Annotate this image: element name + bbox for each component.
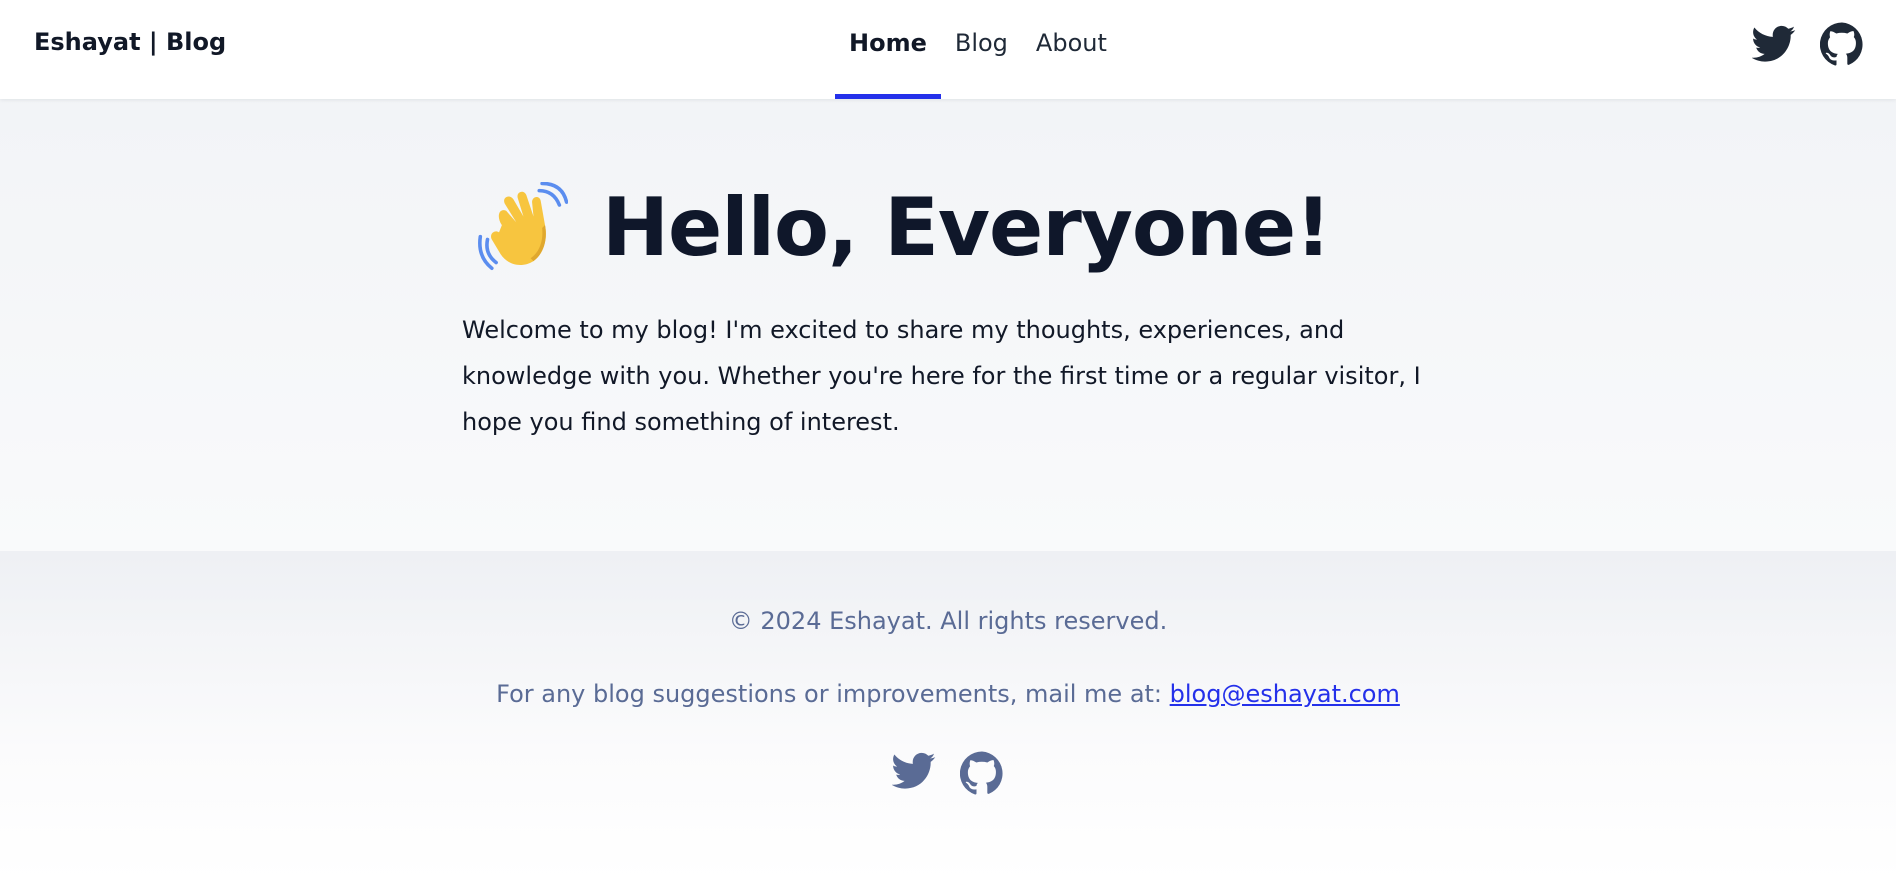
- copyright-text: © 2024 Eshayat. All rights reserved.: [728, 607, 1168, 635]
- suggestion-text: For any blog suggestions or improvements…: [496, 680, 1170, 708]
- nav-blog-link[interactable]: Blog: [941, 0, 1022, 99]
- header-twitter-link[interactable]: [1751, 24, 1796, 64]
- hero-section: Hello, Everyone! Welcome to my blog! I'm…: [0, 99, 1896, 551]
- header-social-links: [1751, 22, 1864, 66]
- nav-about-link[interactable]: About: [1022, 0, 1121, 99]
- hero-title-text: Hello, Everyone!: [602, 181, 1332, 274]
- github-icon: [1819, 22, 1863, 66]
- suggestion-line: For any blog suggestions or improvements…: [0, 680, 1896, 708]
- nav-home-link[interactable]: Home: [835, 0, 941, 99]
- twitter-icon: [1751, 25, 1796, 62]
- hero-title: Hello, Everyone!: [476, 181, 1332, 274]
- site-header: Eshayat | Blog Home Blog About: [0, 0, 1896, 99]
- hero-intro-text: Welcome to my blog! I'm excited to share…: [462, 316, 1421, 436]
- twitter-icon: [891, 752, 936, 789]
- main-nav: Home Blog About: [835, 0, 1121, 99]
- email-link[interactable]: blog@eshayat.com: [1170, 680, 1400, 708]
- github-icon: [959, 751, 1003, 795]
- footer-twitter-link[interactable]: [891, 751, 936, 795]
- site-footer: © 2024 Eshayat. All rights reserved. For…: [0, 551, 1896, 882]
- header-github-link[interactable]: [1819, 22, 1864, 66]
- brand-logo-link[interactable]: Eshayat | Blog: [34, 28, 226, 56]
- footer-social-links: [0, 751, 1896, 795]
- footer-github-link[interactable]: [959, 751, 1004, 795]
- waving-hand-icon: [478, 181, 568, 270]
